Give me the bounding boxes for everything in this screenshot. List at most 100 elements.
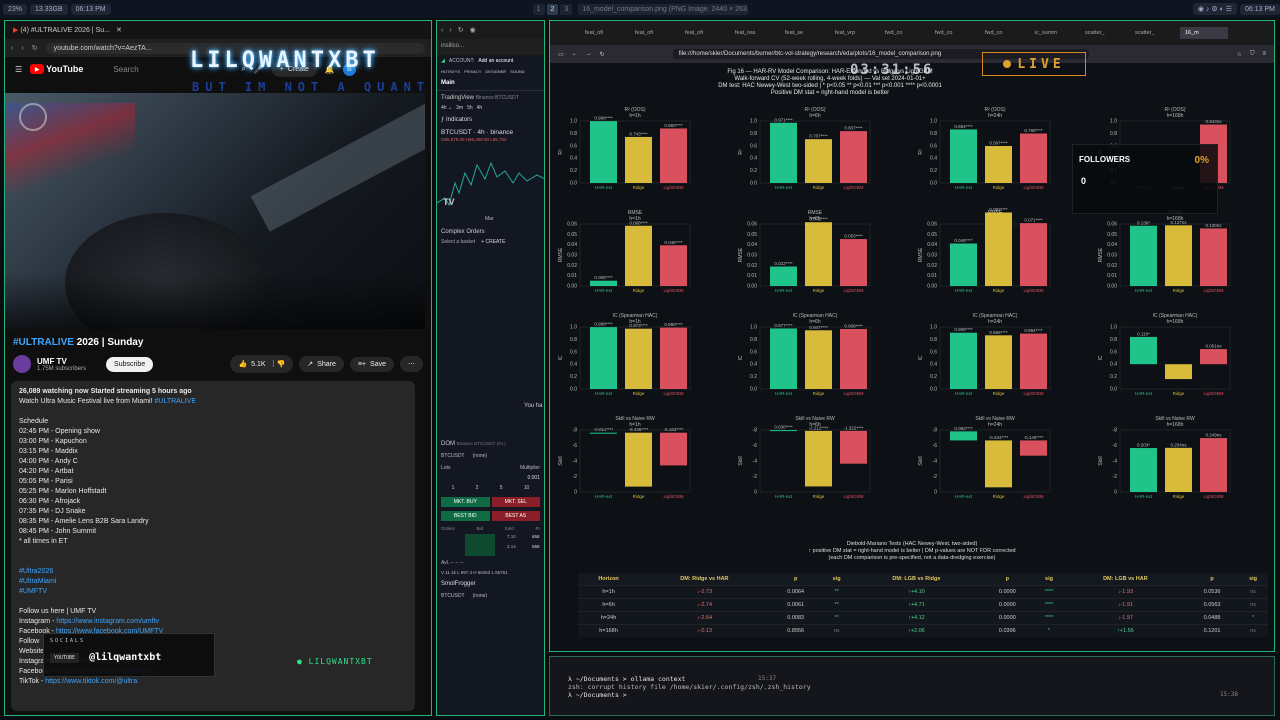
save-button[interactable]: ≡+ Save — [349, 356, 394, 372]
figure-title-line: Positive DM stat = right-hand model is b… — [770, 90, 890, 96]
sound-button[interactable]: SOUND — [510, 69, 524, 74]
back-icon[interactable]: ‹ — [441, 27, 443, 34]
bar-har-ext — [590, 280, 617, 286]
lot-option[interactable]: 5 — [500, 485, 503, 491]
account-select[interactable]: (none) — [473, 593, 487, 599]
create-basket-button[interactable]: + CREATE — [481, 239, 505, 245]
terminal-window[interactable]: λ ~/Documents > ollama context zsh: corru… — [549, 656, 1275, 716]
market-sell-button[interactable]: MKT. SEL — [491, 497, 540, 507]
forward-icon[interactable]: → — [586, 51, 592, 57]
viewer-tab[interactable]: scatter_ — [1080, 27, 1128, 39]
add-account-link[interactable]: Add an account — [478, 58, 513, 64]
indicators-button[interactable]: ƒ Indicators — [437, 115, 544, 125]
viewer-tab[interactable]: fwd_co — [980, 27, 1028, 39]
hashtag-link[interactable]: #UltraMiami — [19, 578, 56, 585]
more-options-icon[interactable]: ⋯ — [400, 356, 423, 372]
viewer-tab[interactable]: 16_m — [1180, 27, 1228, 39]
social-link-url[interactable]: https://www.tiktok.com/@ultra — [45, 678, 137, 685]
time-pill: 06:13 PM — [70, 3, 111, 15]
channel-avatar[interactable] — [13, 355, 31, 373]
y-tick-label: 0.0 — [750, 387, 757, 393]
lot-option[interactable]: 1 — [452, 485, 455, 491]
viewer-tab[interactable]: feat_ofi — [630, 27, 678, 39]
forward-icon[interactable]: › — [21, 45, 23, 52]
bookmark-icon[interactable]: ☆ — [1237, 51, 1242, 58]
share-button[interactable]: ↗ Share — [299, 356, 344, 372]
account-select[interactable]: (none) — [473, 453, 487, 459]
back-icon[interactable]: ‹ — [11, 45, 13, 52]
workspace-2[interactable]: 2 — [546, 3, 559, 15]
sidebar-icon[interactable]: ▭ — [558, 51, 564, 58]
hashtag-link[interactable]: #UMFTV — [19, 588, 47, 595]
pair-select[interactable]: BTCUSDT — [441, 593, 465, 599]
interval-3m[interactable]: 3m — [456, 105, 463, 111]
youtube-tab[interactable]: ▶ (4) #ULTRALIVE 2026 | Su... ✕ — [5, 21, 431, 39]
viewer-tab[interactable]: feat_rea — [730, 27, 778, 39]
select-basket-dropdown[interactable]: Select a basket — [441, 239, 475, 245]
viewer-tab[interactable]: fwd_co — [880, 27, 928, 39]
table-header-cell: DM: LGB vs HAR — [1064, 573, 1187, 586]
close-icon[interactable]: ✕ — [116, 26, 122, 34]
viewer-tab[interactable]: feat_vrp — [830, 27, 878, 39]
figure-title-line: Walk-forward CV (52-week rolling, 4-week… — [734, 76, 926, 82]
orderbook[interactable]: 7.10 2.14 658 658 — [437, 534, 544, 558]
interval-5h[interactable]: 5h — [467, 105, 473, 111]
subscribe-button[interactable]: Subscribe — [106, 356, 154, 372]
lot-option[interactable]: 10 — [524, 485, 530, 491]
back-icon[interactable]: ← — [572, 51, 578, 57]
hashtag-link[interactable]: #Ultra2026 — [19, 568, 53, 575]
pair-select[interactable]: BTCUSDT — [441, 453, 465, 459]
privacy-button[interactable]: PRIVACY — [464, 69, 481, 74]
bar-value-label: -5.163**** — [664, 427, 684, 432]
reload-icon[interactable]: ↻ — [600, 51, 605, 58]
workspace-1[interactable]: 1 — [532, 3, 545, 15]
viewer-tab-strip: feat_ofi feat_ofi feat_ofi feat_rea feat_se f… — [550, 21, 1274, 45]
bar-value-label: 0.947**** — [809, 325, 828, 330]
github-icon[interactable]: ◉ — [470, 26, 476, 34]
viewer-tab[interactable]: scatter_ — [1130, 27, 1178, 39]
menu-icon[interactable]: ☰ — [15, 65, 22, 74]
status-dot-icon: ● — [297, 657, 303, 666]
bar-lightgbm — [660, 327, 687, 389]
youtube-logo[interactable]: ▶ YouTube — [30, 64, 83, 74]
reload-icon[interactable]: ↻ — [458, 26, 464, 34]
y-tick-label: 0.2 — [1110, 374, 1117, 380]
best-bid-button[interactable]: BEST BID — [441, 511, 490, 521]
viewer-tab[interactable]: feat_ofi — [580, 27, 628, 39]
bar-value-label: 0.707**** — [809, 134, 828, 139]
tab-main[interactable]: Main — [437, 76, 544, 91]
market-buy-button[interactable]: MKT. BUY — [441, 497, 490, 507]
shield-icon[interactable]: ⛉ — [1250, 51, 1255, 58]
y-tick-label: 0.2 — [570, 168, 577, 174]
like-button[interactable]: 👍 5.1K ｜👎 — [230, 355, 294, 373]
forward-icon[interactable]: › — [449, 27, 451, 34]
tv-symbol: Binance BTCUSDT — [475, 95, 519, 101]
bar-value-label: -8.436**** — [629, 427, 649, 432]
viewer-tab[interactable]: feat_ofi — [680, 27, 728, 39]
hotkeys-button[interactable]: HOTKEYS — [441, 69, 460, 74]
video-title-hashtag[interactable]: #ULTRALIVE — [13, 337, 74, 348]
designer-button[interactable]: DESIGNER — [485, 69, 506, 74]
price-chart[interactable]: Mar TV — [437, 143, 545, 223]
best-ask-button[interactable]: BEST AS — [491, 511, 540, 521]
channel-name[interactable]: UMF TV — [37, 357, 86, 366]
thumbs-down-icon[interactable]: ｜👎 — [270, 359, 286, 369]
viewer-tab[interactable]: ic_summ — [1030, 27, 1078, 39]
interval-4h-b[interactable]: 4h — [477, 105, 483, 111]
y-tick-label: 0.4 — [750, 156, 757, 162]
viewer-tab[interactable]: feat_se — [780, 27, 828, 39]
bar-har-ext — [770, 266, 797, 286]
workspace-3[interactable]: 3 — [560, 3, 573, 15]
social-link-url[interactable]: https://www.instagram.com/umftv — [56, 618, 159, 625]
subplot: RMSEh=1hRMSE0.000.010.020.030.040.050.06… — [558, 210, 691, 293]
video-player[interactable] — [5, 93, 425, 329]
intro-hashtag[interactable]: #ULTRALIVE — [155, 398, 197, 405]
interval-4h[interactable]: 4h ⌄ — [441, 105, 452, 111]
bar-lightgbm — [660, 245, 687, 286]
y-tick-label: 0.6 — [570, 349, 577, 355]
reload-icon[interactable]: ↻ — [32, 44, 38, 52]
menu-icon[interactable]: ≡ — [1262, 51, 1266, 57]
viewer-tab[interactable]: fwd_co — [930, 27, 978, 39]
x-tick-label: HAR-ext — [775, 185, 793, 190]
lot-option[interactable]: 2 — [476, 485, 479, 491]
